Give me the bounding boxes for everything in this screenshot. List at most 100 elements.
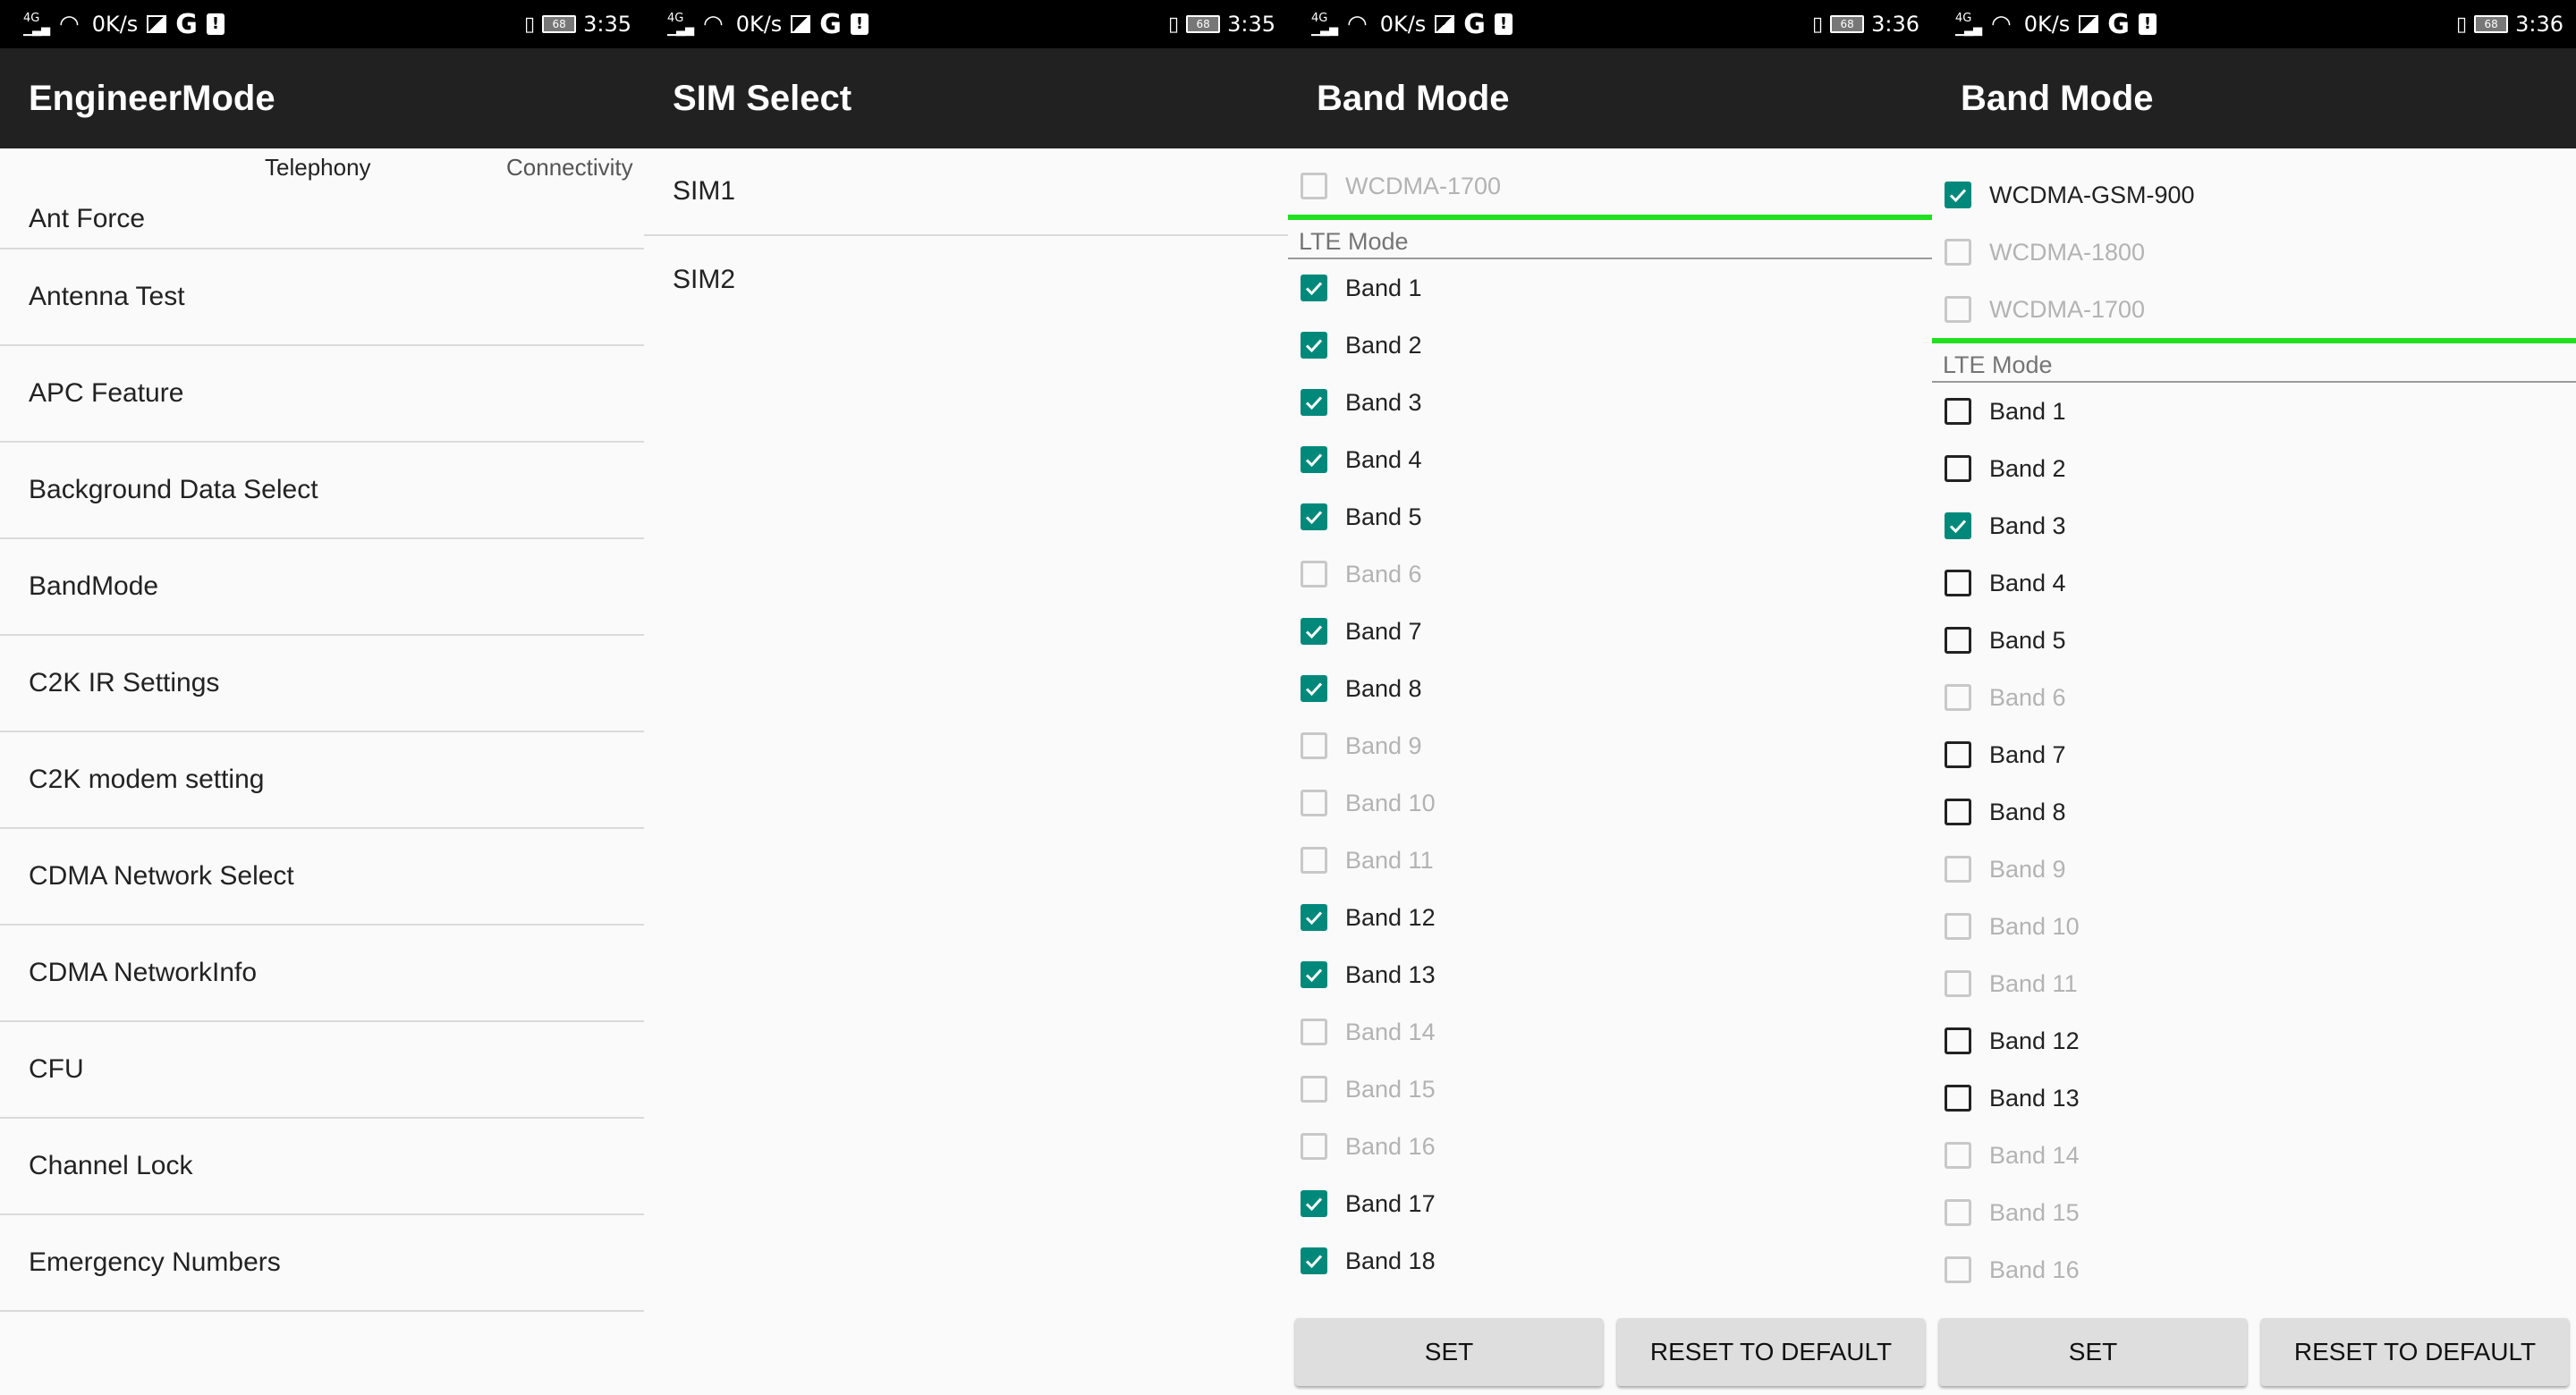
checkbox-row[interactable]: Band 4 (1932, 554, 2576, 612)
list-item[interactable]: CFU (0, 1022, 644, 1119)
checkbox-row[interactable]: Band 7 (1288, 603, 1932, 660)
checkbox-label: Band 14 (1989, 1141, 2080, 1169)
checkbox-checked-icon[interactable] (1301, 275, 1327, 301)
checkbox-label: Band 11 (1345, 846, 1434, 874)
checkbox-row[interactable]: WCDMA-GSM-900 (1932, 166, 2576, 224)
checkbox-row[interactable]: Band 2 (1932, 440, 2576, 497)
checkbox-row[interactable]: Band 7 (1932, 726, 2576, 783)
partial-row (1932, 148, 2576, 166)
reset-to-default-button[interactable]: RESET TO DEFAULT (2261, 1318, 2569, 1386)
checkbox-row[interactable]: Band 18 (1288, 1232, 1932, 1289)
checkbox-checked-icon[interactable] (1301, 332, 1327, 359)
list-item[interactable]: Background Data Select (0, 443, 644, 539)
checkbox-row[interactable]: Band 8 (1288, 660, 1932, 717)
checkbox-row: WCDMA-1700 (1288, 157, 1932, 215)
checkbox-row: Band 16 (1288, 1118, 1932, 1175)
checkbox-row[interactable]: Band 1 (1932, 383, 2576, 440)
checkbox-row[interactable]: Band 3 (1288, 374, 1932, 431)
wifi-icon: ◠ (1347, 11, 1368, 38)
checkbox-row: Band 11 (1932, 955, 2576, 1012)
tab-connectivity[interactable]: Connectivity (506, 154, 633, 182)
checkbox-checked-icon[interactable] (1945, 512, 1971, 539)
checkbox-label: Band 7 (1345, 617, 1422, 645)
checkbox-icon[interactable] (1945, 398, 1971, 425)
set-button[interactable]: SET (1939, 1318, 2247, 1386)
list-item[interactable]: C2K modem setting (0, 732, 644, 829)
band-list[interactable]: WCDMA-1700 LTE Mode Band 1 Band 2 Band 3 Band… (1288, 157, 1932, 1306)
google-icon: G (1463, 8, 1486, 40)
band-list[interactable]: WCDMA-GSM-900 WCDMA-1800 WCDMA-1700 LTE Mod… (1932, 148, 2576, 1306)
battery-icon: 68 (1186, 15, 1221, 33)
checkbox-checked-icon[interactable] (1945, 182, 1971, 208)
checkbox-checked-icon[interactable] (1301, 389, 1327, 416)
checkbox-checked-icon[interactable] (1301, 675, 1327, 702)
checkbox-icon[interactable] (1945, 455, 1971, 482)
list-item[interactable]: Ant Force (0, 190, 644, 249)
checkbox-checked-icon[interactable] (1301, 1190, 1327, 1217)
checkbox-label: Band 14 (1345, 1018, 1436, 1045)
list-item[interactable]: Emergency Numbers (0, 1215, 644, 1312)
list-item[interactable]: BandMode (0, 539, 644, 636)
net-speed: 0K/s (2023, 12, 2071, 37)
checkbox-icon[interactable] (1945, 741, 1971, 768)
status-bar: 4G ▁▃▅ ◠ 0K/s G ! ▯ 68 3:35 (0, 0, 644, 48)
checkbox-label: Band 3 (1345, 388, 1422, 416)
checkbox-row: Band 10 (1288, 774, 1932, 832)
checkbox-checked-icon[interactable] (1301, 503, 1327, 530)
tab-bar: Telephony Connectivity (0, 148, 644, 190)
status-bar: 4G ▁▃▅ ◠ 0K/s G ! ▯ 68 3:35 (644, 0, 1288, 48)
checkbox-checked-icon[interactable] (1301, 904, 1327, 931)
checkbox-row[interactable]: Band 4 (1288, 431, 1932, 488)
checkbox-row: WCDMA-1700 (1932, 281, 2576, 338)
checkbox-icon (1945, 1199, 1971, 1226)
reset-to-default-button[interactable]: RESET TO DEFAULT (1617, 1318, 1925, 1386)
checkbox-icon[interactable] (1945, 1085, 1971, 1112)
checkbox-icon (1945, 239, 1971, 266)
checkbox-row[interactable]: Band 5 (1932, 612, 2576, 669)
checkbox-label: WCDMA-1700 (1989, 295, 2146, 323)
wifi-icon: ◠ (59, 11, 80, 38)
list-item[interactable]: C2K IR Settings (0, 636, 644, 732)
checkbox-label: Band 4 (1345, 445, 1422, 473)
checkbox-row[interactable]: Band 5 (1288, 488, 1932, 545)
checkbox-row[interactable]: Band 12 (1288, 889, 1932, 946)
alert-icon: ! (2138, 13, 2157, 35)
checkbox-icon[interactable] (1945, 570, 1971, 596)
checkbox-row: Band 15 (1932, 1184, 2576, 1241)
checkbox-icon[interactable] (1945, 627, 1971, 654)
list-item[interactable]: Channel Lock (0, 1119, 644, 1215)
checkbox-row[interactable]: Band 3 (1932, 497, 2576, 554)
checkbox-checked-icon[interactable] (1301, 618, 1327, 645)
checkbox-row[interactable]: Band 8 (1932, 783, 2576, 841)
image-notification-icon (791, 15, 811, 33)
section-header: LTE Mode (1288, 220, 1932, 259)
list-item[interactable]: CDMA NetworkInfo (0, 926, 644, 1022)
checkbox-icon[interactable] (1945, 799, 1971, 825)
checkbox-row[interactable]: Band 17 (1288, 1175, 1932, 1232)
panel-band-mode-1: 4G ▁▃▅ ◠ 0K/s G ! ▯ 68 3:36 Band Mode WCD… (1288, 0, 1932, 1395)
sim-item-1[interactable]: SIM1 (644, 148, 1288, 236)
checkbox-checked-icon[interactable] (1301, 961, 1327, 988)
checkbox-checked-icon[interactable] (1301, 446, 1327, 473)
list-item[interactable]: Antenna Test (0, 249, 644, 346)
list-item[interactable]: CDMA Network Select (0, 829, 644, 926)
checkbox-row[interactable]: Band 13 (1288, 946, 1932, 1003)
checkbox-row: Band 14 (1932, 1127, 2576, 1184)
net-speed: 0K/s (1379, 12, 1427, 37)
checkbox-row[interactable]: Band 2 (1288, 317, 1932, 374)
checkbox-row[interactable]: Band 12 (1932, 1012, 2576, 1070)
google-icon: G (819, 8, 842, 40)
sim-item-2[interactable]: SIM2 (644, 236, 1288, 324)
checkbox-icon[interactable] (1945, 1027, 1971, 1054)
checkbox-label: Band 13 (1989, 1084, 2080, 1112)
checkbox-row[interactable]: Band 13 (1932, 1070, 2576, 1127)
list-item[interactable]: APC Feature (0, 346, 644, 443)
set-button[interactable]: SET (1295, 1318, 1603, 1386)
checkbox-checked-icon[interactable] (1301, 1247, 1327, 1274)
tab-telephony[interactable]: Telephony (265, 154, 371, 182)
page-title: Band Mode (1288, 48, 1932, 148)
checkbox-row: Band 9 (1932, 841, 2576, 898)
page-title: SIM Select (644, 48, 1288, 148)
checkbox-row[interactable]: Band 1 (1288, 259, 1932, 317)
image-notification-icon (1435, 15, 1455, 33)
